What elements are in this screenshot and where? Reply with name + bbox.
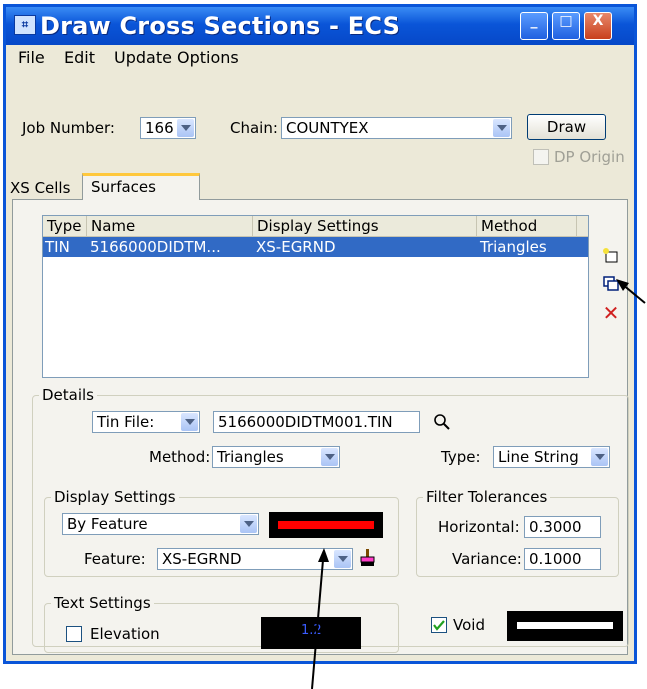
arrow-to-feature-combo <box>311 559 324 689</box>
callout-arrows <box>311 279 646 689</box>
arrowhead-feature <box>318 548 329 562</box>
